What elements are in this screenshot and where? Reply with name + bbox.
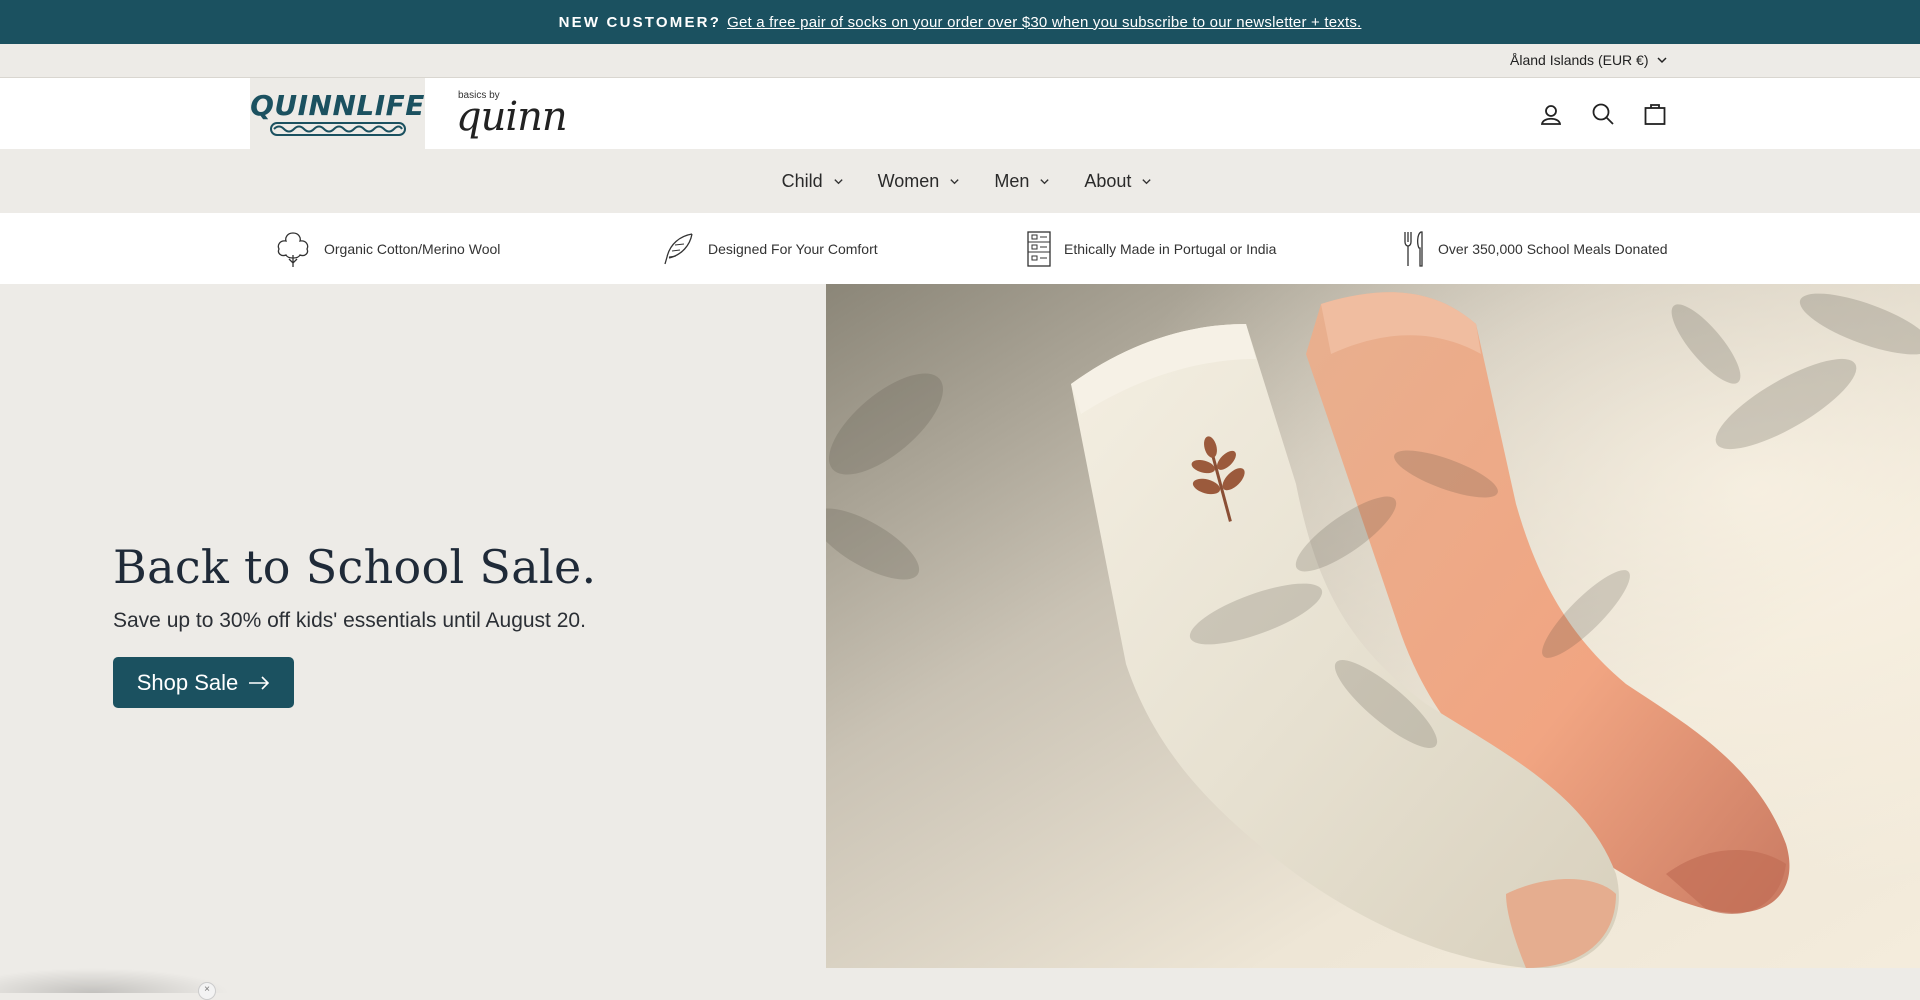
feature-label: Organic Cotton/Merino Wool xyxy=(324,240,501,257)
utensils-icon xyxy=(1404,230,1423,267)
hero-subtitle: Save up to 30% off kids' essentials unti… xyxy=(113,609,586,632)
nav-item-about[interactable]: About xyxy=(1084,171,1152,192)
shop-sale-label: Shop Sale xyxy=(136,669,239,695)
feather-icon xyxy=(664,232,693,264)
search-icon[interactable] xyxy=(1591,102,1615,126)
nav-item-child[interactable]: Child xyxy=(782,171,844,192)
popup-teaser[interactable] xyxy=(0,968,230,993)
feature-comfort: Designed For Your Comfort xyxy=(660,213,878,284)
wave-icon xyxy=(269,121,406,136)
feature-ethical: Ethically Made in Portugal or India xyxy=(1026,213,1276,284)
quinnlife-logo-text: QUINNLIFE xyxy=(250,88,425,122)
chevron-down-icon xyxy=(950,178,959,184)
nav-item-label: Women xyxy=(877,170,940,191)
chevron-down-icon xyxy=(1142,178,1152,184)
quinn-script-text: quinn xyxy=(456,94,568,140)
chevron-down-icon xyxy=(833,178,843,184)
basics-by-quinn-logo[interactable]: basics by quinn xyxy=(456,90,586,140)
chevron-down-icon xyxy=(1040,178,1049,184)
nav-item-label: Men xyxy=(994,170,1030,191)
factory-icon xyxy=(1027,230,1051,267)
nav-item-label: About xyxy=(1084,170,1132,191)
nav-item-label: Child xyxy=(781,170,823,191)
cotton-icon xyxy=(277,231,309,267)
quinnlife-logo[interactable]: QUINNLIFE xyxy=(250,78,425,149)
close-icon[interactable]: × xyxy=(198,982,216,1000)
main-nav: Child Women Men About xyxy=(0,149,1920,213)
feature-label: Ethically Made in Portugal or India xyxy=(1064,240,1277,257)
arrow-right-icon xyxy=(249,675,270,690)
nav-item-women[interactable]: Women xyxy=(878,171,961,192)
region-selector[interactable]: Åland Islands (EUR €) xyxy=(1510,52,1668,68)
chevron-down-icon xyxy=(1656,57,1667,64)
hero-section: Back to School Sale. Save up to 30% off … xyxy=(0,284,1920,968)
site-header: QUINNLIFE basics by quinn xyxy=(0,78,1920,149)
announcement-bar: NEW CUSTOMER? Get a free pair of socks o… xyxy=(0,0,1920,44)
nav-item-men[interactable]: Men xyxy=(994,171,1050,192)
shop-sale-button[interactable]: Shop Sale xyxy=(113,657,294,708)
feature-meals: Over 350,000 School Meals Donated xyxy=(1402,213,1668,284)
feature-organic: Organic Cotton/Merino Wool xyxy=(274,213,500,284)
socks-photo xyxy=(826,284,1920,968)
account-icon[interactable] xyxy=(1539,102,1563,126)
cart-icon[interactable] xyxy=(1643,102,1667,126)
socks-image xyxy=(826,284,1920,968)
feature-label: Over 350,000 School Meals Donated xyxy=(1438,240,1668,257)
feature-strip: Organic Cotton/Merino Wool Designed For … xyxy=(0,213,1920,284)
feature-label: Designed For Your Comfort xyxy=(708,240,878,257)
utility-bar: Åland Islands (EUR €) xyxy=(0,44,1920,78)
region-label: Åland Islands (EUR €) xyxy=(1510,52,1649,68)
hero-text-panel: Back to School Sale. Save up to 30% off … xyxy=(0,284,826,968)
announcement-link[interactable]: Get a free pair of socks on your order o… xyxy=(727,14,1361,31)
hero-title: Back to School Sale. xyxy=(113,540,597,594)
announcement-lead: NEW CUSTOMER? xyxy=(558,13,722,31)
